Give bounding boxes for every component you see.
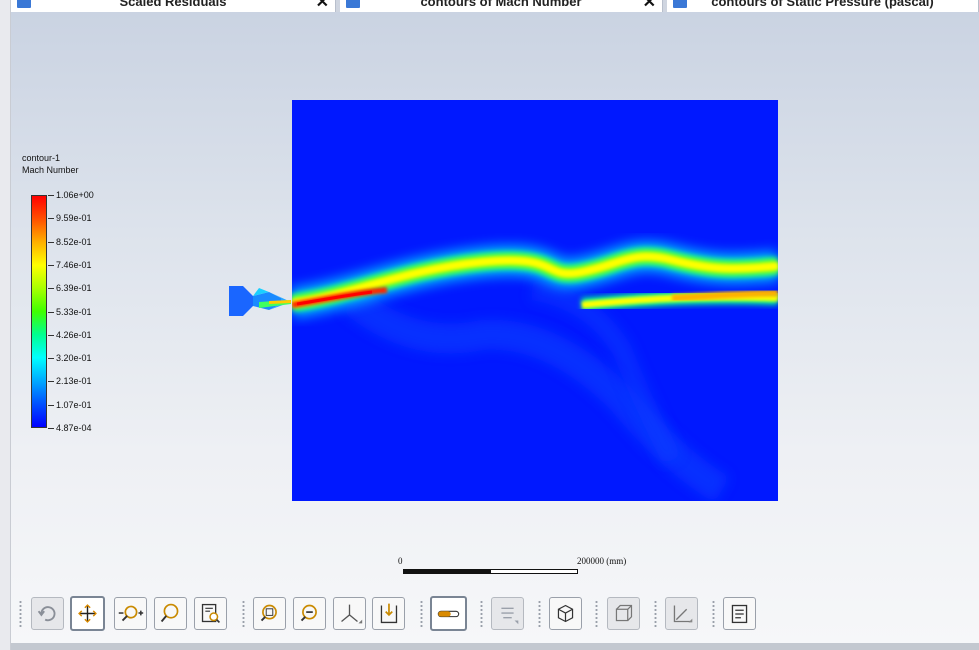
nozzle-inlet — [229, 286, 291, 316]
scale-bar — [403, 569, 578, 574]
mach-contour-field — [292, 241, 778, 501]
graphics-toolbar — [11, 590, 979, 640]
tab-mach-number[interactable]: contours of Mach Number ✕ — [340, 0, 663, 12]
rotate-icon — [37, 606, 56, 622]
mach-contour-plot[interactable] — [292, 100, 778, 501]
scale-bar-fill — [404, 570, 491, 573]
view-faces-icon — [615, 604, 633, 622]
tab-strip: Scaled Residuals ✕ contours of Mach Numb… — [11, 0, 979, 12]
legend-label: 7.46e-01 — [56, 259, 92, 270]
legend-tick — [48, 381, 54, 383]
xy-plot-icon — [673, 605, 693, 623]
legend-tick — [48, 404, 54, 406]
scale-bar-zero-label: 0 — [398, 556, 403, 566]
zoom-in-button[interactable] — [253, 597, 286, 630]
axes-icon — [341, 604, 363, 624]
isometric-view-button[interactable] — [549, 597, 582, 630]
zoom-out-icon — [300, 604, 317, 622]
lights-icon — [501, 607, 519, 625]
toolbar-grip[interactable] — [654, 600, 657, 628]
tab-label: Scaled Residuals — [119, 0, 227, 9]
legend-tick — [48, 358, 54, 360]
annotate-button[interactable] — [723, 597, 756, 630]
legend-tick — [48, 218, 54, 220]
legend-label: 6.39e-01 — [56, 283, 92, 294]
zoom-in-out-icon — [118, 605, 144, 622]
rotate-button[interactable] — [31, 597, 64, 630]
axes-button[interactable] — [333, 597, 366, 630]
legend-label: 5.33e-01 — [56, 306, 92, 317]
legend-variable-name: Mach Number — [22, 165, 79, 175]
lights-button[interactable] — [491, 597, 524, 630]
legend-tick — [48, 334, 54, 336]
legend-label: 1.07e-01 — [56, 399, 92, 410]
legend-label: 4.26e-01 — [56, 329, 92, 340]
annotate-icon — [731, 604, 748, 624]
toolbar-grip[interactable] — [242, 600, 245, 628]
window-left-border — [0, 0, 11, 650]
save-view-button[interactable] — [372, 597, 405, 630]
xy-plot-button[interactable] — [665, 597, 698, 630]
isometric-view-icon — [557, 604, 574, 623]
toolbar-grip[interactable] — [595, 600, 598, 628]
color-legend-bar — [31, 195, 47, 428]
legend-label: 4.87e-04 — [56, 423, 92, 433]
legend-toggle-button[interactable] — [430, 596, 467, 631]
save-view-icon — [380, 603, 398, 624]
zoom-out-button[interactable] — [293, 597, 326, 630]
tab-static-pressure[interactable]: contours of Static Pressure (pascal) — [667, 0, 979, 12]
legend-contour-name: contour-1 — [22, 153, 61, 163]
zoom-box-icon — [201, 603, 221, 624]
toolbar-grip[interactable] — [480, 600, 483, 628]
pan-icon — [78, 604, 97, 623]
zoom-to-fit-button[interactable] — [154, 597, 187, 630]
legend-label: 8.52e-01 — [56, 236, 92, 247]
legend-tick — [48, 241, 54, 243]
legend-label: 9.59e-01 — [56, 213, 92, 224]
zoom-in-icon — [260, 604, 277, 622]
close-icon[interactable]: ✕ — [643, 0, 656, 12]
legend-tick — [48, 288, 54, 290]
pan-button[interactable] — [70, 596, 105, 631]
toolbar-grip[interactable] — [19, 600, 22, 628]
legend-label: 3.20e-01 — [56, 353, 92, 364]
window-bottom-border — [11, 643, 979, 650]
tab-scaled-residuals[interactable]: Scaled Residuals ✕ — [11, 0, 336, 12]
legend-label: 1.06e+00 — [56, 190, 94, 200]
legend-tick — [48, 311, 54, 313]
legend-tick — [48, 428, 54, 429]
legend-toggle-icon — [437, 610, 460, 618]
zoom-box-button[interactable] — [194, 597, 227, 630]
toolbar-grip[interactable] — [538, 600, 541, 628]
close-icon[interactable]: ✕ — [316, 0, 329, 12]
toolbar-grip[interactable] — [712, 600, 715, 628]
scale-bar-max-label: 200000 (mm) — [577, 556, 627, 566]
zoom-to-fit-icon — [160, 603, 179, 623]
tab-label: contours of Mach Number — [420, 0, 582, 9]
legend-tick — [48, 195, 54, 196]
view-faces-button[interactable] — [607, 597, 640, 630]
zoom-in-out-button[interactable] — [114, 597, 147, 630]
toolbar-grip[interactable] — [420, 600, 423, 628]
tab-label: contours of Static Pressure (pascal) — [711, 0, 934, 9]
graphics-viewport[interactable]: contour-1 Mach Number 1.06e+00 9.59e-01 8.… — [11, 12, 979, 643]
legend-tick — [48, 264, 54, 266]
legend-label: 2.13e-01 — [56, 376, 92, 387]
